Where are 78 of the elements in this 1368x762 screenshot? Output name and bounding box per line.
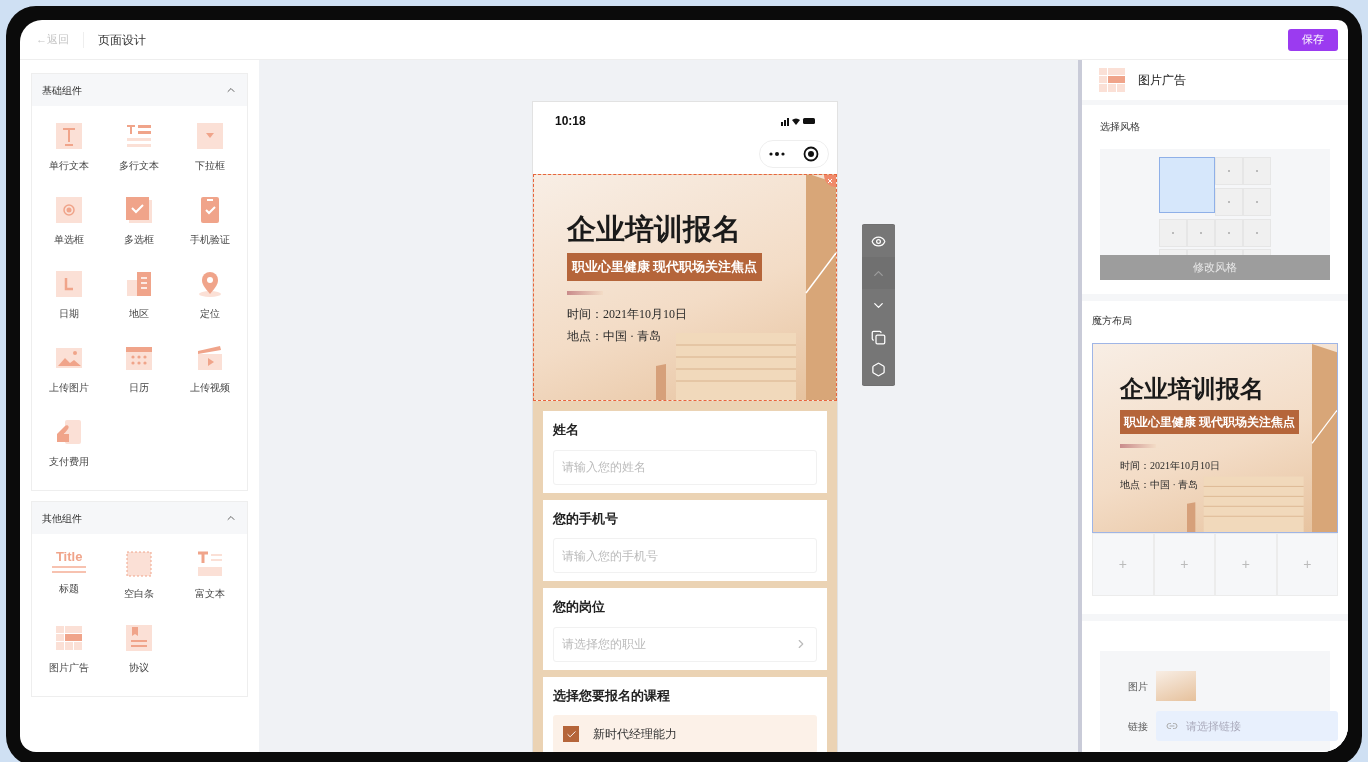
- field-label: 您的岗位: [553, 598, 606, 616]
- image-label: 图片: [1128, 679, 1148, 694]
- banner-subtitle: 职业心里健康 现代职场关注焦点: [1120, 410, 1299, 434]
- checkbox-icon: [125, 196, 154, 224]
- panel-title: 图片广告: [1138, 72, 1186, 89]
- video-icon: [195, 344, 224, 372]
- input-field[interactable]: 请输入您的手机号: [553, 538, 817, 573]
- component-item[interactable]: 日期: [34, 270, 105, 332]
- section-label: 选择风格: [1100, 120, 1141, 134]
- layout-cell: [1159, 218, 1187, 247]
- checkbox[interactable]: [563, 726, 579, 742]
- component-item[interactable]: 上传视频: [174, 344, 245, 406]
- component-item[interactable]: 富文本: [174, 550, 245, 612]
- settings-icon[interactable]: [862, 353, 895, 385]
- component-item[interactable]: 空白条: [104, 550, 175, 612]
- component-item[interactable]: 多行文本: [104, 122, 175, 184]
- checkbox-option[interactable]: 新时代经理能力: [553, 715, 817, 752]
- richtext-icon: [195, 550, 224, 578]
- banner-time: 时间：2021年10月10日: [567, 305, 688, 323]
- status-icons: [781, 116, 815, 126]
- dropdown-icon: [195, 122, 224, 150]
- panel-header[interactable]: 基础组件: [32, 74, 247, 106]
- more-icon: [769, 152, 785, 156]
- field-label: 选择您要报名的课程: [553, 686, 671, 705]
- link-field[interactable]: 请选择链接: [1156, 711, 1338, 741]
- layout-cell: [1243, 218, 1271, 247]
- component-item[interactable]: 协议: [104, 624, 175, 686]
- layout-cell: [1243, 187, 1271, 216]
- layout-cell: [1187, 218, 1215, 247]
- status-time: 10:18: [555, 113, 586, 130]
- image-thumbnail[interactable]: [1156, 671, 1196, 701]
- layout-cell: [1243, 157, 1271, 185]
- component-item[interactable]: 支付费用: [34, 418, 105, 480]
- component-item[interactable]: 上传图片: [34, 344, 105, 406]
- component-item[interactable]: 手机验证: [174, 196, 245, 258]
- blank-icon: [125, 550, 154, 578]
- imagead-icon: [55, 624, 84, 652]
- link-icon: [1166, 720, 1178, 732]
- field-label: 姓名: [553, 421, 580, 439]
- link-label: 链接: [1128, 719, 1148, 734]
- component-item[interactable]: 单选框: [34, 196, 105, 258]
- section-label: 魔方布局: [1092, 314, 1133, 328]
- component-item[interactable]: 定位: [174, 270, 245, 332]
- check-icon: [565, 728, 577, 740]
- save-button[interactable]: 保存: [1288, 28, 1338, 51]
- radio-icon: [55, 196, 84, 224]
- banner-subtitle: 职业心里健康 现代职场关注焦点: [567, 253, 763, 281]
- payment-icon: [55, 418, 84, 446]
- banner-place: 地点：中国 · 青岛: [567, 327, 662, 345]
- component-item[interactable]: 单行文本: [34, 122, 105, 184]
- page-title: 页面设计: [98, 31, 146, 49]
- imagead-icon: [1098, 66, 1126, 94]
- calendar-icon: [125, 344, 154, 372]
- text-icon: [55, 122, 84, 150]
- banner-time: 时间：2021年10月10日: [1120, 459, 1221, 473]
- banner-place: 地点：中国 · 青岛: [1120, 478, 1200, 492]
- component-item[interactable]: Title 标题: [34, 550, 105, 612]
- component-item[interactable]: 下拉框: [174, 122, 245, 184]
- selected-layout-cell: [1159, 157, 1215, 213]
- layout-cell: [1215, 187, 1243, 216]
- component-item[interactable]: 图片广告: [34, 624, 105, 686]
- component-item[interactable]: 地区: [104, 270, 175, 332]
- agreement-icon: [125, 624, 154, 652]
- component-item[interactable]: 多选框: [104, 196, 175, 258]
- textarea-icon: [125, 122, 154, 150]
- input-field[interactable]: 请输入您的姓名: [553, 449, 817, 485]
- link-input[interactable]: 请选择链接: [1186, 717, 1328, 735]
- banner-title: 企业培训报名: [567, 212, 742, 247]
- component-item[interactable]: 日历: [104, 344, 175, 406]
- layout-cell: [1215, 157, 1243, 185]
- layout-cell: [1215, 218, 1243, 247]
- eye-icon[interactable]: [862, 225, 895, 257]
- target-icon: [803, 146, 819, 162]
- region-icon: [125, 270, 154, 298]
- panel-header[interactable]: 其他组件: [32, 502, 247, 534]
- date-icon: [55, 270, 84, 298]
- banner-title: 企业培训报名: [1120, 375, 1265, 404]
- field-label: 您的手机号: [553, 509, 619, 528]
